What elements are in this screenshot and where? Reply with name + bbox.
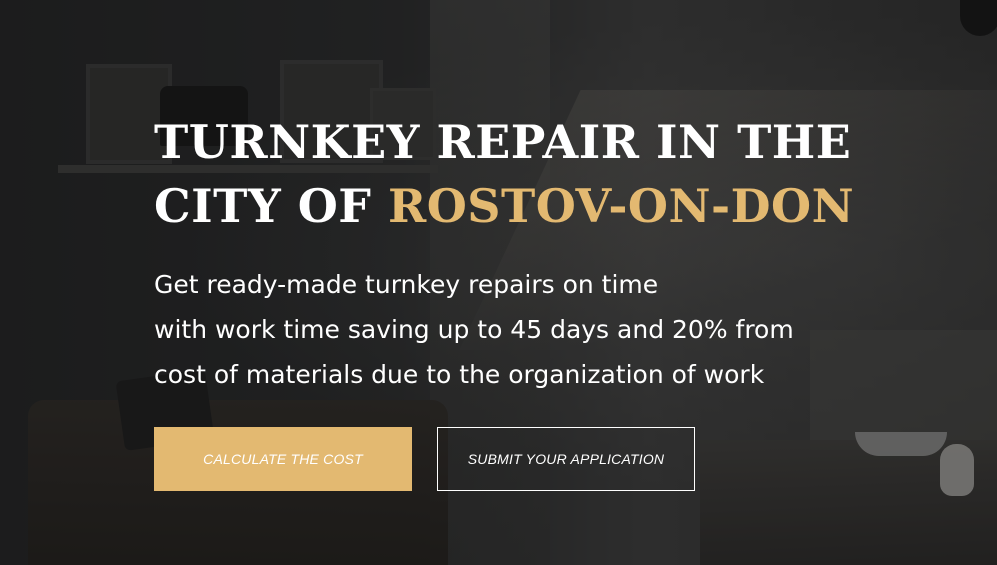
submit-application-button[interactable]: SUBMIT YOUR APPLICATION — [437, 427, 695, 491]
hero-headline: TURNKEY REPAIR IN THE CITY OF ROSTOV-ON-… — [154, 110, 854, 238]
hero-content: TURNKEY REPAIR IN THE CITY OF ROSTOV-ON-… — [154, 110, 854, 397]
hero-subtitle: Get ready-made turnkey repairs on time w… — [154, 262, 854, 397]
headline-city: ROSTOV-ON-DON — [387, 179, 855, 233]
calculate-cost-button[interactable]: CALCULATE THE COST — [154, 427, 412, 491]
headline-line-2-prefix: CITY OF — [154, 179, 388, 233]
subtitle-line: cost of materials due to the organizatio… — [154, 360, 765, 389]
headline-line-1: TURNKEY REPAIR IN THE — [154, 115, 852, 169]
subtitle-line: with work time saving up to 45 days and … — [154, 315, 794, 344]
subtitle-line: Get ready-made turnkey repairs on time — [154, 270, 659, 299]
